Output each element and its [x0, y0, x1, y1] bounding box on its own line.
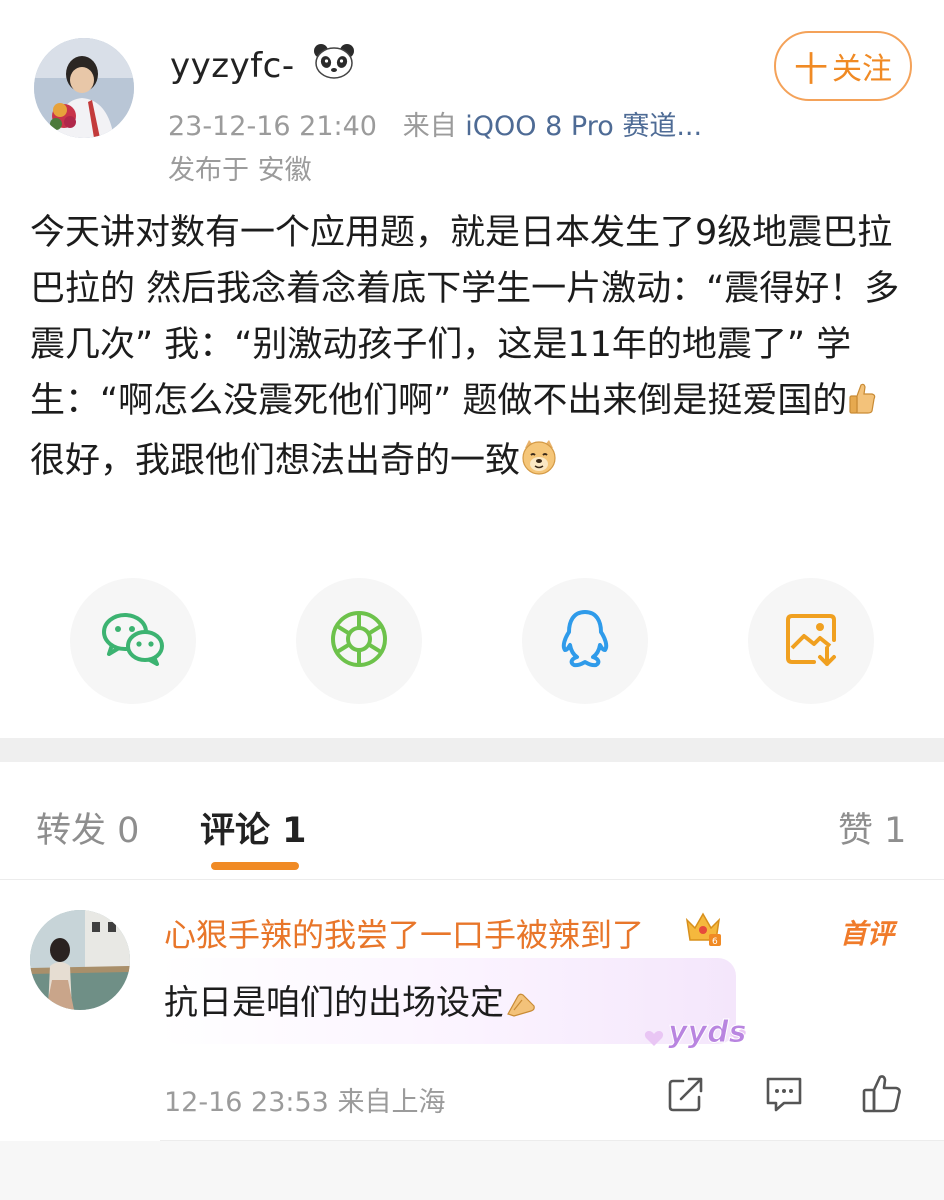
tab-repost[interactable]: 转发 0 — [36, 802, 139, 853]
post-header: yyzyfc- 23-12-16 21:40 来自 iQOO 8 Pro 赛道.… — [0, 0, 944, 190]
share-moments-button[interactable] — [296, 578, 422, 704]
post-text-part-2: 很好，我跟他们想法出奇的一致 — [30, 441, 521, 481]
clap-emoji-icon — [504, 987, 538, 1027]
share-row — [0, 578, 944, 708]
commenter-username[interactable]: 心狠手辣的我尝了一口手被辣到了 — [164, 910, 644, 956]
svg-text:6: 6 — [712, 937, 718, 947]
comment-text-content: 抗日是咱们的出场设定 — [164, 983, 504, 1023]
follow-button[interactable]: 十 关注 — [774, 31, 912, 101]
moments-icon — [329, 609, 389, 673]
post-source-device[interactable]: iQOO 8 Pro 赛道... — [465, 111, 702, 142]
post-text-part-1: 今天讲对数有一个应用题，就是日本发生了9级地震巴拉巴拉的 然后我念着念着底下学生… — [30, 213, 900, 421]
comment-like-button[interactable] — [860, 1074, 904, 1118]
follow-button-label: 关注 — [832, 52, 892, 87]
tab-comments[interactable]: 评论 1 — [200, 802, 307, 853]
commenter-avatar[interactable] — [30, 910, 130, 1010]
author-name-text: yyzyfc- — [170, 45, 295, 86]
comment-share-button[interactable] — [664, 1074, 708, 1118]
share-arrow-icon — [667, 1075, 705, 1117]
svg-text:yyds: yyds — [668, 1015, 746, 1050]
save-image-icon — [782, 610, 840, 672]
qq-icon — [557, 608, 613, 674]
interaction-tabs: 转发 0 评论 1 赞 1 — [0, 762, 944, 880]
post-from-label: 来自 — [402, 111, 457, 142]
post-meta: 23-12-16 21:40 来自 iQOO 8 Pro 赛道... — [168, 104, 702, 143]
save-image-button[interactable] — [748, 578, 874, 704]
yyds-sticker: yyds — [640, 998, 752, 1064]
comment-reply-button[interactable] — [762, 1074, 806, 1118]
author-username[interactable]: yyzyfc- — [170, 42, 356, 89]
author-avatar[interactable] — [34, 38, 134, 138]
share-wechat-button[interactable] — [70, 578, 196, 704]
bottom-spacer — [0, 1141, 944, 1200]
thumbs-up-emoji-icon — [847, 377, 877, 433]
post-text: 今天讲对数有一个应用题，就是日本发生了9级地震巴拉巴拉的 然后我念着念着底下学生… — [30, 205, 910, 493]
thumbs-up-icon — [861, 1073, 903, 1119]
comment-bubble-icon — [764, 1075, 804, 1117]
first-comment-badge: 首评 — [840, 919, 894, 950]
panda-emoji-icon — [312, 42, 356, 89]
section-divider — [0, 738, 944, 762]
doge-emoji-icon — [520, 437, 558, 493]
comment-location: 来自上海 — [337, 1087, 446, 1118]
crown-badge-icon: 6 — [683, 908, 723, 952]
post-location: 发布于 安徽 — [168, 155, 312, 186]
comment-item: 心狠手辣的我尝了一口手被辣到了 6 首评 抗日是咱们的出场设定 yyds 12-… — [0, 880, 944, 1140]
wechat-icon — [100, 610, 166, 672]
share-qq-button[interactable] — [522, 578, 648, 704]
plus-icon: 十 — [794, 49, 828, 90]
comment-time: 12-16 23:53 — [164, 1087, 329, 1118]
comment-text: 抗日是咱们的出场设定 — [164, 975, 538, 1027]
active-tab-indicator — [211, 862, 299, 870]
tab-likes[interactable]: 赞 1 — [838, 802, 906, 853]
post-timestamp: 23-12-16 21:40 — [168, 111, 377, 142]
comment-meta: 12-16 23:53 来自上海 — [164, 1080, 445, 1119]
